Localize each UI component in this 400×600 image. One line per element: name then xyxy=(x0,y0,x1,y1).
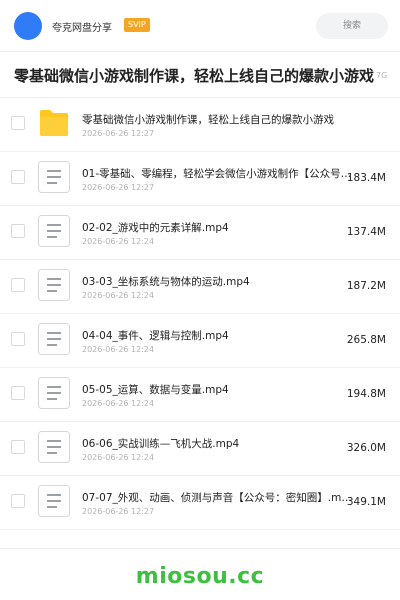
file-icon xyxy=(38,431,70,463)
file-icon xyxy=(38,377,70,409)
svip-badge: SVIP xyxy=(124,18,150,32)
file-name: 01-零基础、零编程，轻松学会微信小游戏制作【公众号：密知圈】.mp4 xyxy=(82,168,354,180)
row-checkbox[interactable] xyxy=(11,494,25,508)
username: 夸克网盘分享 xyxy=(52,23,112,34)
file-date: 2026-06-26 12:24 xyxy=(82,237,155,246)
file-date: 2026-06-26 12:24 xyxy=(82,345,155,354)
file-size: 187.2M xyxy=(346,280,386,292)
file-icon xyxy=(38,323,70,355)
watermark: miosou.cc xyxy=(135,564,265,589)
file-icon xyxy=(38,269,70,301)
divider xyxy=(0,548,400,549)
row-checkbox[interactable] xyxy=(11,440,25,454)
row-checkbox[interactable] xyxy=(11,386,25,400)
file-name: 07-07_外观、动画、侦测与声音【公众号：密知圈】.mp4 xyxy=(82,492,354,504)
file-name: 06-06_实战训练—飞机大战.mp4 xyxy=(82,438,240,450)
file-size: 194.8M xyxy=(346,388,386,400)
top-bar: 夸克网盘分享 SVIP 搜索 xyxy=(0,0,400,52)
search-button[interactable]: 搜索 xyxy=(316,13,388,39)
file-row-7[interactable]: 07-07_外观、动画、侦测与声音【公众号：密知圈】.mp4 2026-06-2… xyxy=(0,476,400,530)
file-date: 2026-06-26 12:27 xyxy=(82,129,155,138)
file-name: 05-05_运算、数据与变量.mp4 xyxy=(82,384,229,396)
share-size: 7G xyxy=(376,71,388,80)
file-date: 2026-06-26 12:24 xyxy=(82,291,155,300)
row-checkbox[interactable] xyxy=(11,278,25,292)
share-title: 零基础微信小游戏制作课，轻松上线自己的爆款小游戏 xyxy=(14,67,375,85)
file-size: 183.4M xyxy=(346,172,386,184)
row-checkbox[interactable] xyxy=(11,170,25,184)
file-icon xyxy=(38,485,70,517)
file-name: 零基础微信小游戏制作课，轻松上线自己的爆款小游戏 xyxy=(82,114,334,126)
avatar[interactable] xyxy=(14,12,42,40)
file-date: 2026-06-26 12:27 xyxy=(82,183,155,192)
file-size: 326.0M xyxy=(346,442,386,454)
file-name: 03-03_坐标系统与物体的运动.mp4 xyxy=(82,276,250,288)
file-icon xyxy=(38,161,70,193)
file-row-4[interactable]: 04-04_事件、逻辑与控制.mp4 2026-06-26 12:24 265.… xyxy=(0,314,400,368)
file-row-5[interactable]: 05-05_运算、数据与变量.mp4 2026-06-26 12:24 194.… xyxy=(0,368,400,422)
file-row-3[interactable]: 03-03_坐标系统与物体的运动.mp4 2026-06-26 12:24 18… xyxy=(0,260,400,314)
file-name: 02-02_游戏中的元素详解.mp4 xyxy=(82,222,229,234)
file-row-0[interactable]: 零基础微信小游戏制作课，轻松上线自己的爆款小游戏 2026-06-26 12:2… xyxy=(0,98,400,152)
file-row-2[interactable]: 02-02_游戏中的元素详解.mp4 2026-06-26 12:24 137.… xyxy=(0,206,400,260)
file-date: 2026-06-26 12:24 xyxy=(82,453,155,462)
file-size: 349.1M xyxy=(346,496,386,508)
file-date: 2026-06-26 12:27 xyxy=(82,507,155,516)
file-date: 2026-06-26 12:24 xyxy=(82,399,155,408)
file-row-1[interactable]: 01-零基础、零编程，轻松学会微信小游戏制作【公众号：密知圈】.mp4 2026… xyxy=(0,152,400,206)
file-size: 137.4M xyxy=(346,226,386,238)
row-checkbox[interactable] xyxy=(11,116,25,130)
file-icon xyxy=(38,215,70,247)
file-list: 零基础微信小游戏制作课，轻松上线自己的爆款小游戏 2026-06-26 12:2… xyxy=(0,98,400,530)
file-name: 04-04_事件、逻辑与控制.mp4 xyxy=(82,330,229,342)
row-checkbox[interactable] xyxy=(11,332,25,346)
file-size: 265.8M xyxy=(346,334,386,346)
row-checkbox[interactable] xyxy=(11,224,25,238)
file-row-6[interactable]: 06-06_实战训练—飞机大战.mp4 2026-06-26 12:24 326… xyxy=(0,422,400,476)
folder-icon xyxy=(40,110,68,136)
